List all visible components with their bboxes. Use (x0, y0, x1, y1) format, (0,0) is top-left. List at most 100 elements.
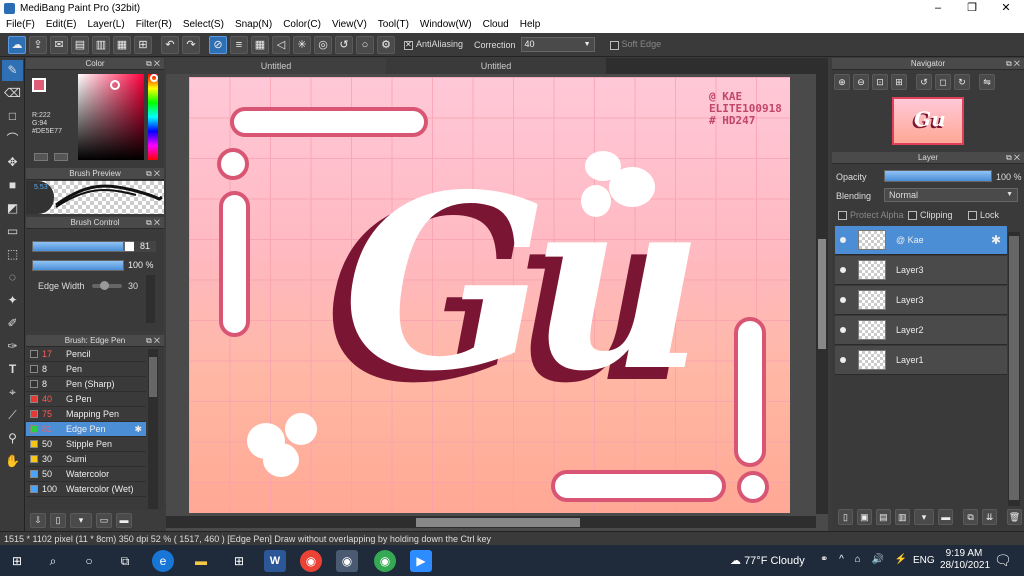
brush-list-item[interactable]: 8 Pen (26, 362, 146, 377)
tab-untitled-1[interactable]: Untitled (166, 58, 386, 74)
share-icon[interactable]: ⇪ (29, 35, 47, 54)
page-list-icon[interactable]: ▥ (92, 35, 110, 54)
delete-layer-icon[interactable]: 🗑 (1007, 509, 1022, 525)
panel-menu-icon[interactable]: ⧉ ✕ (146, 58, 160, 70)
new-brush-icon[interactable]: ▯ (50, 513, 66, 528)
add-layer-menu-icon[interactable]: ▾ (913, 509, 935, 525)
zoom-out-icon[interactable]: ⊖ (853, 74, 869, 90)
grid-icon[interactable]: ⊞ (134, 35, 152, 54)
hand-tool-icon[interactable]: ✋ (2, 451, 23, 472)
radial-snap-icon[interactable]: ✳ (293, 35, 311, 54)
visibility-icon[interactable] (840, 237, 846, 243)
blending-dropdown[interactable]: Normal ▼ (884, 188, 1018, 202)
layer-row[interactable]: @ Kae ✱ (835, 226, 1007, 255)
brush-list-item[interactable]: 75 Mapping Pen (26, 407, 146, 422)
menu-edit[interactable]: Edit(E) (40, 17, 82, 33)
brush-list-item[interactable]: 100 Watercolor (Wet) (26, 482, 146, 497)
layer-row[interactable]: Layer1 (835, 346, 1007, 375)
brush-settings-icon[interactable]: ✱ (134, 424, 142, 435)
chrome-icon[interactable]: ◉ (300, 550, 322, 572)
dot-tool-icon[interactable]: ⌒ (2, 129, 23, 150)
folder-icon[interactable]: ▬ (116, 513, 132, 528)
lasso-tool-icon[interactable]: ◌ (2, 267, 23, 288)
brush-list-item[interactable]: 50 Stipple Pen (26, 437, 146, 452)
magic-wand-tool-icon[interactable]: ✦ (2, 290, 23, 311)
snap-off-icon[interactable]: ⊘ (209, 35, 227, 54)
brush-control-scrollbar[interactable] (146, 275, 155, 323)
edge-width-handle[interactable] (100, 281, 109, 290)
hue-slider-handle[interactable] (150, 74, 158, 82)
edge-browser-icon[interactable]: e (152, 550, 174, 572)
menu-filter[interactable]: Filter(R) (130, 17, 177, 33)
new-layer-icon[interactable]: ▯ (838, 509, 853, 525)
eraser-tool-icon[interactable]: ⌫ (2, 83, 23, 104)
menu-select[interactable]: Select(S) (177, 17, 229, 33)
clock[interactable]: 9:19 AM 28/10/2021 (940, 548, 990, 572)
brush-size-slider[interactable] (32, 241, 124, 252)
hue-slider[interactable] (148, 74, 158, 160)
color-picker-handle[interactable] (110, 80, 120, 90)
soft-edge-checkbox[interactable] (609, 40, 619, 50)
antialiasing-toggle[interactable]: AntiAliasing (404, 39, 463, 50)
duplicate-layer-icon[interactable]: ⧉ (963, 509, 979, 525)
clipping-toggle[interactable]: Clipping (908, 210, 953, 221)
menu-view[interactable]: View(V) (326, 17, 372, 33)
rotate-left-icon[interactable]: ↺ (916, 74, 932, 90)
correction-dropdown[interactable]: 40 ▼ (520, 37, 595, 52)
medibang-icon[interactable]: ◉ (336, 550, 358, 572)
scrollbar-thumb[interactable] (1009, 236, 1019, 500)
brush-tool-icon[interactable]: ✎ (2, 60, 23, 81)
select-eraser-tool-icon[interactable]: ✑ (2, 336, 23, 357)
panel-menu-icon[interactable]: ⧉ ✕ (1006, 58, 1020, 70)
panel-menu-icon[interactable]: ⧉ ✕ (146, 217, 160, 229)
curve-snap-icon[interactable]: ↺ (335, 35, 353, 54)
brush-list-item[interactable]: 30 Sumi (26, 452, 146, 467)
snap-settings-icon[interactable]: ⚙ (377, 35, 395, 54)
cloud-brush-icon[interactable]: ⇩ (30, 513, 46, 528)
panel-menu-icon[interactable]: ⧉ ✕ (1006, 152, 1020, 164)
fill-rect-tool-icon[interactable]: ■ (2, 175, 23, 196)
select-tool-icon[interactable]: ⬚ (2, 244, 23, 265)
layer-row[interactable]: Layer2 (835, 316, 1007, 345)
task-view-icon[interactable]: ⧉ (114, 550, 136, 572)
bucket-tool-icon[interactable]: ◩ (2, 198, 23, 219)
copy-brush-icon[interactable]: ▭ (96, 513, 112, 528)
horizontal-scrollbar[interactable] (166, 516, 816, 528)
flip-icon[interactable]: ⇋ (979, 74, 995, 90)
panel-menu-icon[interactable]: ⧉ ✕ (146, 168, 160, 180)
comment-icon[interactable]: ✉ (50, 35, 68, 54)
primary-color-swatch[interactable] (32, 78, 46, 92)
new-halftone-layer-icon[interactable]: ▣ (856, 509, 872, 525)
menu-tool[interactable]: Tool(T) (372, 17, 414, 33)
zoom-icon[interactable]: ▶ (410, 550, 432, 572)
visibility-icon[interactable] (840, 297, 846, 303)
page-icon[interactable]: ▤ (71, 35, 89, 54)
word-icon[interactable]: W (264, 550, 286, 572)
fit-icon[interactable]: ⊡ (872, 74, 888, 90)
reset-rotation-icon[interactable]: ◻ (935, 74, 951, 90)
brush-list-scrollbar[interactable] (148, 349, 158, 509)
brush-opacity-slider[interactable] (32, 260, 124, 271)
menu-snap[interactable]: Snap(N) (229, 17, 277, 33)
new-8bit-layer-icon[interactable]: ▤ (875, 509, 891, 525)
layer-row[interactable]: Layer3 (835, 286, 1007, 315)
eyedropper-button[interactable] (54, 153, 68, 161)
add-color-button[interactable] (34, 153, 48, 161)
chrome-profile-icon[interactable]: ◉ (374, 550, 396, 572)
minimize-button[interactable]: – (924, 1, 952, 16)
cortana-icon[interactable]: ○ (78, 550, 100, 572)
move-tool-icon[interactable]: ✥ (2, 152, 23, 173)
protect-alpha-checkbox[interactable] (838, 211, 847, 221)
undo-icon[interactable]: ↶ (161, 35, 179, 54)
antialiasing-checkbox[interactable] (404, 40, 413, 50)
new-1bit-layer-icon[interactable]: ▥ (894, 509, 910, 525)
folder-icon[interactable]: ▬ (938, 509, 954, 525)
visibility-icon[interactable] (840, 267, 846, 273)
menu-file[interactable]: File(F) (0, 17, 40, 33)
divide-tool-icon[interactable]: ⟋ (2, 405, 23, 426)
merge-layer-icon[interactable]: ⇊ (982, 509, 998, 525)
notification-icon[interactable]: 🗨 (994, 552, 1012, 569)
brush-list-item[interactable]: 17 Pencil (26, 347, 146, 362)
lock-toggle[interactable]: Lock (968, 210, 999, 221)
text-tool-icon[interactable]: T (2, 359, 23, 380)
